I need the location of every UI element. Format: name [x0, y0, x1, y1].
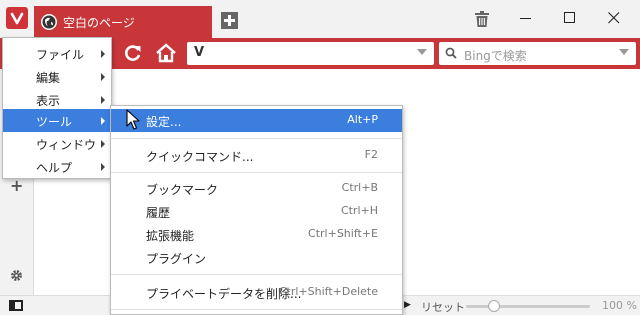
reload-icon[interactable] — [122, 42, 144, 64]
close-icon — [608, 12, 620, 24]
chevron-right-icon — [101, 96, 105, 104]
chevron-right-icon — [101, 117, 105, 125]
minimize-button[interactable] — [512, 8, 540, 28]
menu-item-window[interactable]: ウィンドウ — [3, 132, 111, 155]
shortcut-label: Ctrl+Shift+E — [308, 227, 378, 240]
menu-separator — [111, 309, 402, 310]
menu-item-history[interactable]: 履歴 Ctrl+H — [111, 200, 402, 223]
shortcut-label: Alt+P — [347, 113, 378, 126]
panel-toggle-icon[interactable] — [9, 300, 23, 311]
zoom-level: 100 % — [602, 299, 637, 312]
chevron-right-icon[interactable]: ▶ — [404, 300, 411, 310]
vivaldi-menu-button[interactable] — [6, 7, 28, 29]
menu-item-help[interactable]: ヘルプ — [3, 155, 111, 178]
menu-item-settings[interactable]: 設定... Alt+P — [111, 109, 402, 132]
menu-item-clear-private-data[interactable]: プライベートデータを削除... Ctrl+Shift+Delete — [111, 281, 402, 304]
tab-title: 空白のページ — [63, 16, 135, 30]
zoom-slider[interactable] — [466, 305, 590, 308]
globe-icon — [41, 14, 57, 30]
menu-item-extensions[interactable]: 拡張機能 Ctrl+Shift+E — [111, 223, 402, 246]
menu-item-file[interactable]: ファイル — [3, 42, 111, 65]
maximize-button[interactable] — [556, 8, 584, 28]
main-menu: ファイル 編集 表示 ツール ウィンドウ ヘルプ — [2, 37, 112, 179]
menu-item-tools[interactable]: ツール — [3, 109, 111, 132]
search-placeholder: Bingで検索 — [464, 49, 527, 63]
tools-submenu: 設定... Alt+P クイックコマンド... F2 ブックマーク Ctrl+B… — [110, 105, 403, 315]
trash-icon[interactable] — [475, 11, 489, 27]
shortcut-label: Ctrl+B — [341, 181, 378, 194]
zoom-reset-button[interactable]: リセット — [421, 299, 465, 315]
search-input[interactable]: Bingで検索 — [439, 42, 636, 65]
tab-active[interactable]: 空白のページ — [34, 6, 212, 38]
chevron-right-icon — [101, 163, 105, 171]
chevron-down-icon[interactable] — [417, 49, 427, 55]
close-button[interactable] — [600, 8, 628, 28]
chevron-down-icon[interactable] — [619, 49, 629, 55]
shortcut-label: F2 — [364, 148, 378, 161]
home-icon[interactable] — [155, 42, 177, 64]
shortcut-label: Ctrl+Shift+Delete — [278, 285, 378, 298]
chevron-right-icon — [101, 50, 105, 58]
menu-separator — [111, 274, 402, 275]
menu-item-plugins[interactable]: プラグイン — [111, 246, 402, 269]
menu-separator — [111, 138, 402, 139]
shortcut-label: Ctrl+H — [340, 204, 378, 217]
minimize-icon — [520, 18, 531, 19]
vivaldi-logo-icon — [10, 12, 24, 25]
maximize-icon — [564, 12, 575, 23]
vivaldi-site-icon: V — [194, 45, 205, 60]
menu-item-view[interactable]: 表示 — [3, 88, 111, 111]
search-icon — [445, 47, 457, 59]
chevron-right-icon — [101, 73, 105, 81]
address-input[interactable]: V — [187, 42, 434, 65]
zoom-slider-knob[interactable] — [488, 300, 501, 312]
title-bar: 空白のページ — [0, 0, 640, 38]
menu-item-quick-commands[interactable]: クイックコマンド... F2 — [111, 144, 402, 167]
chevron-right-icon — [101, 140, 105, 148]
mouse-cursor-icon — [126, 109, 140, 130]
new-tab-icon[interactable] — [221, 12, 238, 29]
gear-icon[interactable] — [9, 268, 24, 283]
menu-item-bookmarks[interactable]: ブックマーク Ctrl+B — [111, 177, 402, 200]
menu-item-edit[interactable]: 編集 — [3, 65, 111, 88]
menu-separator — [111, 172, 402, 173]
